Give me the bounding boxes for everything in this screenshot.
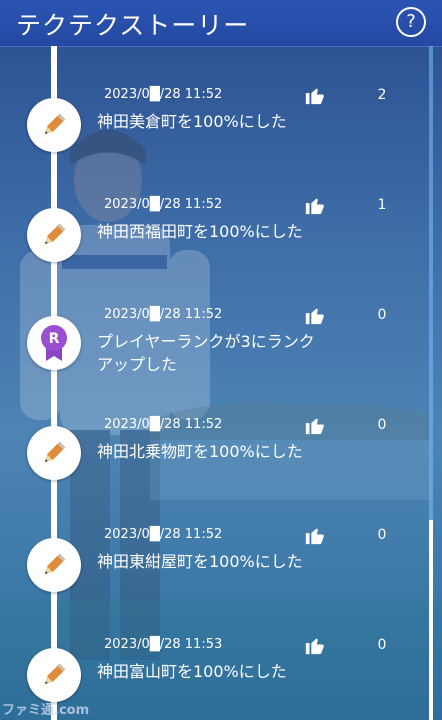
entry-text: 神田北乗物町を100%にした	[97, 442, 303, 461]
entry-date: 2023/0█/28 11:52	[104, 87, 223, 102]
timeline-entry: 2023/0█/28 11:52 0 神田北乗物町を100%にした	[0, 400, 430, 510]
entry-date: 2023/0█/28 11:52	[104, 417, 223, 432]
pencil-icon	[27, 426, 81, 480]
entry-text: 神田東紺屋町を100%にした	[97, 552, 303, 571]
entry-date: 2023/0█/28 11:53	[104, 637, 223, 652]
like-count: 1	[377, 197, 387, 213]
rank-badge-icon: R	[27, 316, 81, 370]
entry-text: プレイヤーランクが3にランク アップした	[97, 332, 315, 374]
svg-text:R: R	[49, 331, 60, 347]
entry-date: 2023/0█/28 11:52	[104, 307, 223, 322]
help-button[interactable]: ?	[396, 7, 426, 37]
thumbs-up-icon[interactable]	[304, 524, 326, 546]
pencil-icon	[27, 538, 81, 592]
scrollbar-thumb[interactable]	[429, 520, 433, 720]
like-count: 0	[377, 417, 387, 433]
entry-text: 神田西福田町を100%にした	[97, 222, 303, 241]
like-count: 0	[377, 307, 387, 323]
pencil-icon	[27, 98, 81, 152]
pencil-icon	[27, 648, 81, 702]
like-count: 0	[377, 637, 387, 653]
like-count: 0	[377, 527, 387, 543]
thumbs-up-icon[interactable]	[304, 414, 326, 436]
entry-date: 2023/0█/28 11:52	[104, 197, 223, 212]
entry-text: 神田富山町を100%にした	[97, 662, 287, 681]
thumbs-up-icon[interactable]	[304, 194, 326, 216]
page-title: テクテクストーリー	[16, 11, 250, 40]
entry-date: 2023/0█/28 11:52	[104, 527, 223, 542]
thumbs-up-icon[interactable]	[304, 634, 326, 656]
thumbs-up-icon[interactable]	[304, 304, 326, 326]
app-header: テクテクストーリー ?	[0, 0, 442, 47]
like-count: 2	[377, 87, 387, 103]
timeline-entry: 2023/0█/28 11:52 0 神田東紺屋町を100%にした	[0, 510, 430, 620]
watermark: ファミ通.com	[2, 703, 90, 718]
thumbs-up-icon[interactable]	[304, 84, 326, 106]
timeline-entry: R 2023/0█/28 11:52 0 プレイヤーランクが3にランク アップし…	[0, 290, 430, 400]
timeline-entry: 2023/0█/28 11:52 2 神田美倉町を100%にした	[0, 70, 430, 180]
entry-text: 神田美倉町を100%にした	[97, 112, 287, 131]
pencil-icon	[27, 208, 81, 262]
timeline-entry: 2023/0█/28 11:52 1 神田西福田町を100%にした	[0, 180, 430, 290]
